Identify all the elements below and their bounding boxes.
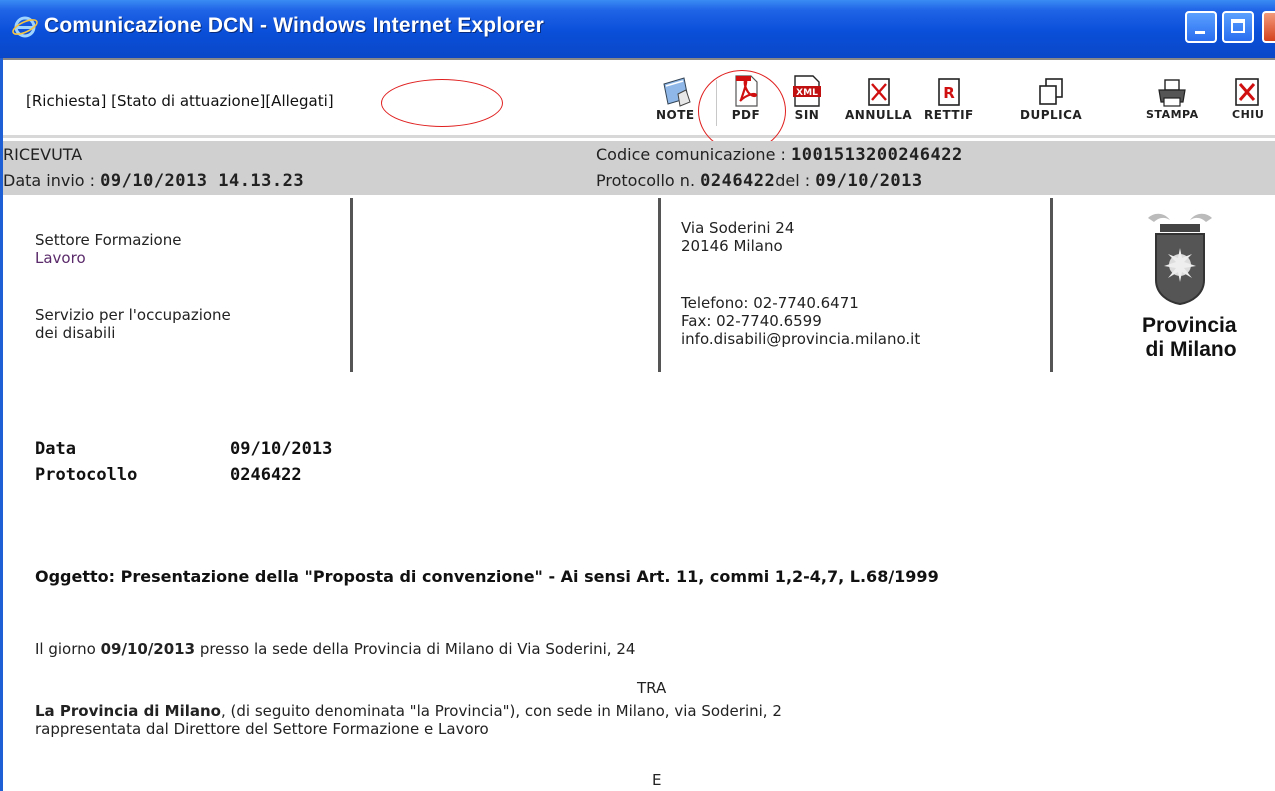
svg-text:R: R [943, 84, 955, 102]
protocollo-header: Protocollo n. 0246422del : 09/10/2013 [596, 171, 923, 191]
internet-explorer-icon [12, 16, 38, 38]
provincia-milano-logo: Provincia di Milano [1120, 210, 1275, 370]
duplicate-icon [1039, 78, 1063, 105]
duplica-label: DUPLICA [1020, 108, 1083, 122]
protocollo-row: Protocollo 0246422 [35, 465, 302, 485]
close-icon [1235, 78, 1259, 106]
title-bar[interactable]: Comunicazione DCN - Windows Internet Exp… [0, 0, 1275, 58]
codice-comunicazione: Codice comunicazione : 1001513200246422 [596, 145, 963, 165]
link-stato-attuazione[interactable]: [Stato di attuazione] [111, 92, 265, 110]
link-allegati[interactable]: [Allegati] [265, 92, 333, 110]
giorno-paragraph: Il giorno 09/10/2013 presso la sede dell… [35, 640, 636, 658]
e-label: E [652, 771, 662, 789]
link-richiesta[interactable]: [Richiesta] [26, 92, 106, 110]
annulla-label: ANNULLA [845, 108, 913, 122]
logo-text: Provincia di Milano [1142, 314, 1237, 361]
servizio-text: Servizio per l'occupazione dei disabili [35, 306, 231, 342]
settore-text: Settore Formazione Lavoro [35, 231, 182, 267]
pdf-icon [735, 75, 758, 107]
rectify-icon: R [938, 78, 960, 106]
address-text: Via Soderini 24 20146 Milano [681, 219, 795, 255]
letterhead-divider [1050, 198, 1053, 372]
pdf-button[interactable]: PDF [731, 72, 761, 122]
contact-text: Telefono: 02-7740.6471 Fax: 02-7740.6599… [681, 294, 921, 348]
pdf-label: PDF [731, 108, 761, 122]
chiudi-label: CHIU [1232, 108, 1265, 121]
printer-icon [1158, 79, 1187, 107]
rettif-button[interactable]: R RETTIF [924, 72, 974, 122]
rettif-label: RETTIF [924, 108, 974, 122]
minimize-button[interactable] [1185, 11, 1217, 43]
provincia-paragraph: La Provincia di Milano, (di seguito deno… [35, 702, 782, 720]
svg-text:XML: XML [796, 88, 818, 98]
stampa-label: STAMPA [1146, 108, 1199, 121]
close-window-button[interactable] [1262, 11, 1275, 43]
sin-label: SIN [794, 108, 820, 122]
sin-button[interactable]: XML SIN [791, 72, 823, 122]
coat-of-arms-icon [1148, 213, 1212, 306]
rappresentata-line: rappresentata dal Direttore del Settore … [35, 720, 489, 738]
toolbar-separator [716, 80, 717, 126]
oggetto-heading: Oggetto: Presentazione della "Proposta d… [35, 567, 939, 586]
status-label: RICEVUTA [3, 145, 83, 164]
maximize-button[interactable] [1222, 11, 1254, 43]
note-label: NOTE [656, 108, 695, 122]
data-row: Data 09/10/2013 [35, 439, 333, 459]
annulla-button[interactable]: ANNULLA [845, 72, 912, 122]
xml-file-icon: XML [793, 75, 821, 107]
stampa-button[interactable]: STAMPA [1146, 72, 1199, 121]
communication-header: RICEVUTA Data invio : 09/10/2013 14.13.2… [3, 141, 1275, 195]
cancel-icon [867, 78, 890, 106]
letterhead-divider [658, 198, 661, 372]
duplica-button[interactable]: DUPLICA [1020, 72, 1082, 122]
tra-label: TRA [637, 679, 667, 697]
note-button[interactable]: NOTE [656, 72, 695, 122]
window-title: Comunicazione DCN - Windows Internet Exp… [44, 14, 545, 37]
note-icon [663, 77, 691, 107]
data-invio: Data invio : 09/10/2013 14.13.23 [3, 171, 305, 191]
chiudi-button[interactable]: CHIU [1232, 72, 1264, 121]
letterhead-divider [350, 198, 353, 372]
nav-links: [Richiesta] [Stato di attuazione][Allega… [26, 92, 334, 110]
